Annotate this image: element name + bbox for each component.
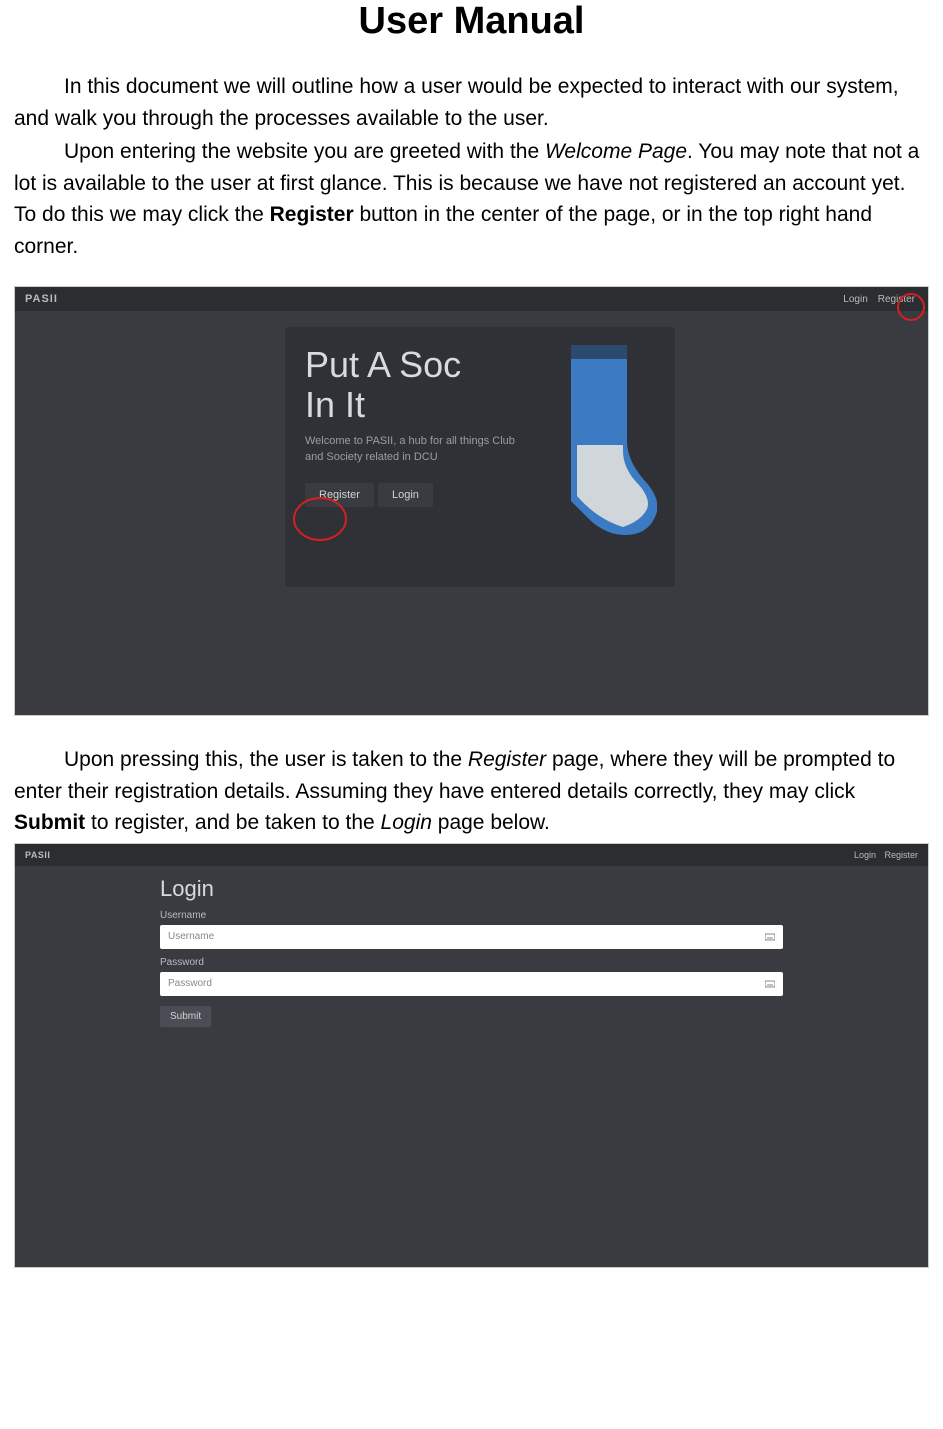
hero-login-button[interactable]: Login [378, 483, 433, 507]
nav-login-link[interactable]: Login [840, 292, 870, 307]
hero-line1: Put A Soc [305, 344, 461, 385]
username-label: Username [160, 910, 783, 921]
hero-line2: In It [305, 384, 365, 425]
hero-subtitle: Welcome to PASII, a hub for all things C… [305, 434, 525, 465]
login-page-ref: Login [381, 811, 432, 834]
password-placeholder: Password [168, 978, 212, 989]
text: Upon entering the website you are greete… [64, 140, 545, 163]
login-form: Login Username Username Password Passwor… [160, 876, 783, 1027]
navbar: PASII Login Register [15, 844, 928, 866]
register-page-ref: Register [468, 748, 546, 771]
brand-logo: PASII [25, 850, 50, 860]
submit-ref: Submit [14, 811, 85, 834]
welcome-page-screenshot: PASII Login Register Put A Soc In It Wel… [14, 286, 929, 716]
form-title: Login [160, 876, 783, 902]
username-placeholder: Username [168, 931, 214, 942]
welcome-page-ref: Welcome Page [545, 140, 687, 163]
nav-register-link[interactable]: Register [884, 850, 918, 860]
hero-card: Put A Soc In It Welcome to PASII, a hub … [285, 327, 675, 587]
keyboard-icon [765, 932, 775, 942]
text: Upon pressing this, the user is taken to… [64, 748, 468, 771]
submit-button[interactable]: Submit [160, 1006, 211, 1027]
page-title: User Manual [0, 0, 943, 43]
paragraph-3: Upon pressing this, the user is taken to… [14, 744, 929, 839]
text: page below. [432, 811, 550, 834]
password-input[interactable]: Password [160, 972, 783, 996]
login-page-screenshot: PASII Login Register Login Username User… [14, 843, 929, 1268]
nav-register-link[interactable]: Register [875, 292, 918, 307]
nav-login-link[interactable]: Login [854, 850, 876, 860]
username-input[interactable]: Username [160, 925, 783, 949]
paragraph-1: In this document we will outline how a u… [14, 71, 929, 134]
navbar: PASII Login Register [15, 287, 928, 311]
keyboard-icon [765, 979, 775, 989]
password-label: Password [160, 957, 783, 968]
intro-paragraphs: In this document we will outline how a u… [0, 71, 943, 262]
paragraph-2: Upon entering the website you are greete… [14, 136, 929, 262]
middle-paragraph: Upon pressing this, the user is taken to… [0, 744, 943, 839]
register-ref: Register [270, 203, 354, 226]
brand-logo: PASII [25, 293, 58, 305]
sock-icon [537, 341, 657, 541]
text: to register, and be taken to the [85, 811, 380, 834]
hero-register-button[interactable]: Register [305, 483, 374, 507]
